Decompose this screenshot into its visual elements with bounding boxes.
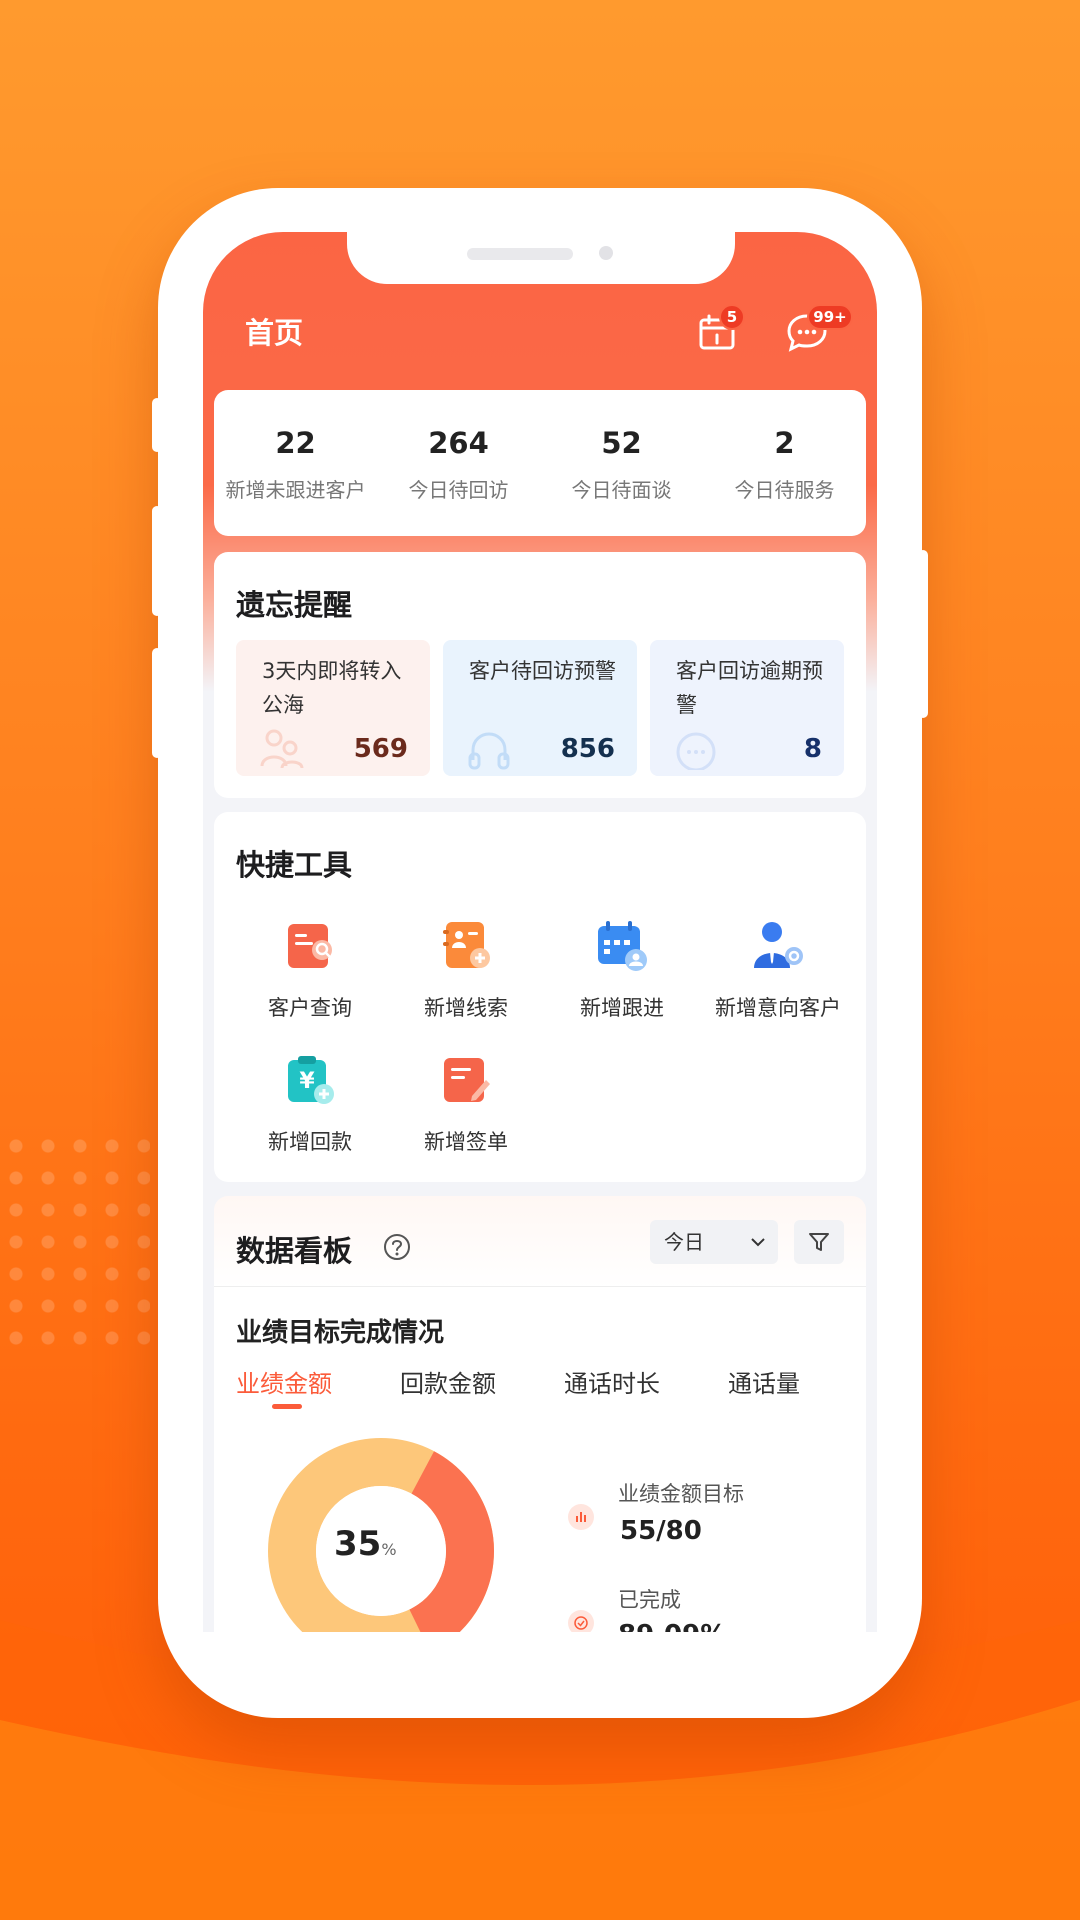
stat-item[interactable]: 22 新增未跟进客户 <box>214 390 377 536</box>
stat-value: 22 <box>275 426 316 460</box>
tool-customer-search[interactable]: 客户查询 <box>232 918 388 1022</box>
reminder-item-public-pool[interactable]: 3天内即将转入公海 569 <box>236 640 430 776</box>
stat-label: 今日待服务 <box>734 478 835 502</box>
target-value: 55/80 <box>620 1516 702 1546</box>
done-value: 89,09% <box>618 1620 726 1632</box>
performance-subtitle: 业绩目标完成情况 <box>236 1318 445 1348</box>
reminder-item-value: 8 <box>803 734 822 764</box>
tool-label: 新增回款 <box>268 1130 352 1154</box>
stat-item[interactable]: 2 今日待服务 <box>703 390 866 536</box>
tools-title: 快捷工具 <box>236 848 353 882</box>
stats-card: 22 新增未跟进客户 264 今日待回访 52 今日待面谈 2 今日待服务 <box>214 390 866 536</box>
tool-add-contract[interactable]: 新增签单 <box>388 1052 544 1156</box>
background-dots <box>0 1130 150 1350</box>
bar-chart-icon <box>576 1512 586 1522</box>
stat-value: 264 <box>428 426 489 460</box>
tab-call-duration[interactable]: 通话时长 <box>564 1364 660 1399</box>
filter-icon <box>809 1233 829 1251</box>
reminder-item-revisit-warning[interactable]: 客户待回访预警 856 <box>443 640 637 776</box>
tool-label: 新增跟进 <box>580 996 664 1020</box>
filter-button[interactable] <box>794 1220 844 1264</box>
tab-payment-amount[interactable]: 回款金额 <box>400 1364 496 1399</box>
tool-label: 新增签单 <box>424 1130 508 1154</box>
percent-value: 35 <box>334 1524 382 1564</box>
users-icon <box>260 729 304 769</box>
reminder-item-text: 客户待回访预警 <box>469 659 616 683</box>
tool-label: 新增意向客户 <box>715 996 841 1020</box>
target-label: 业绩金额目标 <box>618 1482 744 1506</box>
customer-search-icon <box>288 924 332 968</box>
done-label: 已完成 <box>618 1588 681 1612</box>
data-board-card: 数据看板 今日 业绩目标完成情况 业绩金额 回款金额 通话时长 通话量 35% … <box>214 1196 866 1632</box>
percent-unit: % <box>381 1540 397 1559</box>
app-screen: 首页 5 99+ 22 新增未跟进客户 264 今日待回访 52 今日待面谈 2… <box>203 232 877 1632</box>
tab-call-count[interactable]: 通话量 <box>728 1364 800 1399</box>
period-select[interactable]: 今日 <box>650 1220 778 1264</box>
chevron-down-icon <box>751 1238 765 1247</box>
tool-add-followup[interactable]: 新增跟进 <box>544 918 700 1022</box>
reminder-item-value: 569 <box>353 734 408 764</box>
page-title: 首页 <box>245 316 304 350</box>
phone-side-button <box>918 550 928 718</box>
reminder-item-text: 3天内即将转入公海 <box>262 659 402 717</box>
calendar-button[interactable]: 5 <box>693 304 745 356</box>
help-icon[interactable] <box>382 1232 412 1262</box>
stat-value: 52 <box>601 426 642 460</box>
headset-icon <box>468 732 510 770</box>
reminder-card: 遗忘提醒 3天内即将转入公海 569 客户待回访预警 856 客户回访逾期预警 <box>214 552 866 798</box>
add-lead-icon <box>443 922 490 968</box>
add-prospect-icon <box>754 922 803 968</box>
board-title: 数据看板 <box>236 1234 353 1268</box>
stat-item[interactable]: 264 今日待回访 <box>377 390 540 536</box>
message-badge: 99+ <box>807 304 853 330</box>
svg-text:¥: ¥ <box>299 1069 315 1094</box>
tool-add-lead[interactable]: 新增线索 <box>388 918 544 1022</box>
add-followup-icon <box>598 921 647 971</box>
period-select-value: 今日 <box>664 1230 704 1254</box>
phone-side-button <box>152 648 162 758</box>
reminder-item-text: 客户回访逾期预警 <box>676 659 823 717</box>
chat-icon <box>676 732 716 770</box>
add-contract-icon <box>444 1058 490 1102</box>
reminder-item-value: 856 <box>560 734 615 764</box>
quick-tools-card: 快捷工具 客户查询 新增线索 新增跟进 新增意向客户 ¥ 新增回款 新增签单 <box>214 812 866 1182</box>
stat-label: 新增未跟进客户 <box>225 478 366 502</box>
tool-add-prospect[interactable]: 新增意向客户 <box>700 918 856 1022</box>
reminder-item-overdue-warning[interactable]: 客户回访逾期预警 8 <box>650 640 844 776</box>
phone-camera <box>599 246 613 260</box>
stat-label: 今日待面谈 <box>571 478 672 502</box>
check-circle-icon <box>574 1616 588 1630</box>
tool-add-payment[interactable]: ¥ 新增回款 <box>232 1052 388 1156</box>
add-payment-icon: ¥ <box>288 1056 334 1104</box>
phone-side-button <box>152 398 162 452</box>
percent-label: 35% <box>334 1524 397 1564</box>
tool-label: 客户查询 <box>268 996 352 1020</box>
messages-button[interactable]: 99+ <box>783 304 853 356</box>
calendar-badge: 5 <box>719 304 745 330</box>
phone-speaker <box>467 248 573 260</box>
stat-label: 今日待回访 <box>408 478 509 502</box>
target-legend-icon <box>568 1504 594 1530</box>
stat-value: 2 <box>774 426 795 460</box>
board-divider <box>214 1286 866 1287</box>
tool-label: 新增线索 <box>424 996 508 1020</box>
tab-performance-amount[interactable]: 业绩金额 <box>236 1364 332 1399</box>
active-tab-underline <box>272 1404 302 1409</box>
done-legend-icon <box>568 1610 594 1632</box>
phone-side-button <box>152 506 162 616</box>
reminder-title: 遗忘提醒 <box>236 588 353 622</box>
stat-item[interactable]: 52 今日待面谈 <box>540 390 703 536</box>
